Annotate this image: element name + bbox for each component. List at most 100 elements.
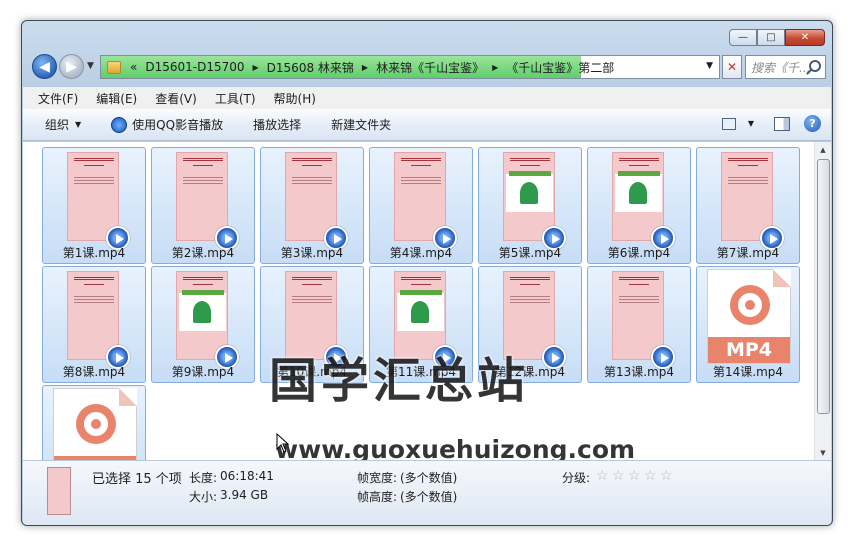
vertical-scrollbar[interactable]: ▲ ▼ <box>814 142 831 460</box>
scroll-down-icon[interactable]: ▼ <box>815 445 831 460</box>
breadcrumb-separator-icon[interactable]: ▶ <box>249 63 263 72</box>
breadcrumb-item[interactable]: 《千山宝鉴》第二部 <box>502 59 618 76</box>
breadcrumb-separator-icon[interactable]: ▶ <box>488 63 502 72</box>
rating-label: 分级: <box>562 471 591 485</box>
cover-picture <box>179 290 226 331</box>
new-folder-button[interactable]: 新建文件夹 <box>331 116 391 133</box>
cover-subtitle-line <box>520 165 540 166</box>
menu-help[interactable]: 帮助(H) <box>274 90 316 107</box>
search-input[interactable]: 搜索《千... <box>745 55 826 79</box>
cover-title-line <box>619 277 659 280</box>
search-placeholder: 搜索《千... <box>751 60 811 75</box>
breadcrumb-overflow[interactable]: « <box>126 60 141 74</box>
menu-bar: 文件(F) 编辑(E) 查看(V) 工具(T) 帮助(H) <box>23 87 831 109</box>
page-fold-icon <box>773 269 791 287</box>
file-item[interactable]: 第1课.mp4 <box>42 147 146 264</box>
file-name: 第8课.mp4 <box>62 365 126 379</box>
cover-text-lines <box>74 294 114 304</box>
cover-text-lines <box>292 294 332 304</box>
size-value: 3.94 GB <box>220 488 269 502</box>
cover-subtitle-line <box>629 165 649 166</box>
window-controls: — □ ✕ <box>729 29 825 46</box>
file-item[interactable]: 第8课.mp4 <box>42 266 146 383</box>
menu-view[interactable]: 查看(V) <box>155 90 197 107</box>
file-item[interactable]: 第6课.mp4 <box>587 147 691 264</box>
file-item[interactable]: 第9课.mp4 <box>151 266 255 383</box>
cover-subtitle-line <box>193 284 213 285</box>
cover-title-line <box>728 158 768 161</box>
file-item[interactable]: 第4课.mp4 <box>369 147 473 264</box>
cover-text-lines <box>619 294 659 304</box>
play-selection-button[interactable]: 播放选择 <box>253 116 301 133</box>
file-item[interactable]: 第7课.mp4 <box>696 147 800 264</box>
file-item[interactable]: 第3课.mp4 <box>260 147 364 264</box>
address-bar[interactable]: « D15601-D15700 ▶ D15608 林来锦 ▶ 林来锦《千山宝鉴》… <box>100 55 720 79</box>
cover-title-line <box>619 158 659 161</box>
file-name: 第5课.mp4 <box>498 246 562 260</box>
chevron-down-icon: ▼ <box>75 120 82 129</box>
cover-title-line <box>74 277 114 280</box>
cover-subtitle-line <box>302 165 322 166</box>
file-name: 第7课.mp4 <box>716 246 780 260</box>
star-icon[interactable]: ☆ <box>628 468 644 484</box>
cover-title-line <box>401 158 441 161</box>
length-value: 06:18:41 <box>220 469 274 483</box>
cover-banner <box>618 171 660 176</box>
plant-icon <box>629 182 647 204</box>
scroll-up-icon[interactable]: ▲ <box>815 142 831 157</box>
file-item[interactable]: MP4 <box>42 385 146 460</box>
frame-height-value: (多个数值) <box>400 490 458 504</box>
qq-player-icon <box>111 116 128 133</box>
cover-banner <box>400 290 442 295</box>
play-with-qq-button[interactable]: 使用QQ影音播放 <box>111 116 223 133</box>
cover-picture <box>615 171 662 212</box>
breadcrumb-item[interactable]: D15601-D15700 <box>141 60 248 74</box>
star-icon[interactable]: ☆ <box>660 468 676 484</box>
close-button[interactable]: ✕ <box>785 29 825 46</box>
file-list: 第1课.mp4 第2课.mp4 第3课.mp4 第4课.mp4 第5课.mp4 第6课.m… <box>23 142 831 460</box>
cover-text-lines <box>292 175 332 185</box>
history-dropdown-icon[interactable]: ▼ <box>87 61 94 71</box>
address-dropdown-icon[interactable]: ▼ <box>706 61 713 71</box>
menu-tools[interactable]: 工具(T) <box>215 90 256 107</box>
stop-button[interactable]: ✕ <box>722 55 742 79</box>
star-icon[interactable]: ☆ <box>644 468 660 484</box>
cover-picture <box>506 171 553 212</box>
menu-file[interactable]: 文件(F) <box>38 90 78 107</box>
change-view-icon[interactable] <box>721 117 736 130</box>
help-icon[interactable]: ? <box>804 115 821 132</box>
rating-stars[interactable]: ☆ ☆ ☆ ☆ ☆ <box>596 468 676 484</box>
file-name: 第14课.mp4 <box>712 365 784 379</box>
file-item[interactable]: MP4 第14课.mp4 <box>696 266 800 383</box>
page-fold-icon <box>119 388 137 406</box>
play-with-qq-label: 使用QQ影音播放 <box>132 118 224 132</box>
file-name: 第2课.mp4 <box>171 246 235 260</box>
view-dropdown-icon[interactable]: ▼ <box>748 119 754 128</box>
breadcrumb-item[interactable]: D15608 林来锦 <box>263 59 358 76</box>
breadcrumb-separator-icon[interactable]: ▶ <box>358 63 372 72</box>
back-button[interactable]: ◀ <box>32 54 57 79</box>
breadcrumb-item[interactable]: 林来锦《千山宝鉴》 <box>372 59 488 76</box>
file-name: 第4课.mp4 <box>389 246 453 260</box>
command-bar: 组织 ▼ 使用QQ影音播放 播放选择 新建文件夹 ▼ ? <box>23 109 831 141</box>
forward-button[interactable]: ▶ <box>59 54 84 79</box>
preview-pane-icon[interactable] <box>774 116 790 131</box>
cover-subtitle-line <box>520 284 540 285</box>
search-icon[interactable] <box>809 60 821 72</box>
frame-height-label: 帧高度: <box>357 490 398 504</box>
menu-edit[interactable]: 编辑(E) <box>96 90 137 107</box>
file-item[interactable]: 第5课.mp4 <box>478 147 582 264</box>
scrollbar-thumb[interactable] <box>817 159 830 414</box>
file-name: 第1课.mp4 <box>62 246 126 260</box>
star-icon[interactable]: ☆ <box>612 468 628 484</box>
star-icon[interactable]: ☆ <box>596 468 612 484</box>
cover-banner <box>182 290 224 295</box>
file-item[interactable]: 第2课.mp4 <box>151 147 255 264</box>
cover-subtitle-line <box>411 165 431 166</box>
file-name: 第6课.mp4 <box>607 246 671 260</box>
organize-button[interactable]: 组织 ▼ <box>45 116 81 133</box>
minimize-button[interactable]: — <box>729 29 757 46</box>
maximize-button[interactable]: □ <box>757 29 785 46</box>
folder-icon <box>107 60 121 74</box>
explorer-window: — □ ✕ ◀ ▶ ▼ « D15601-D15700 ▶ D15608 林来锦… <box>21 20 833 526</box>
